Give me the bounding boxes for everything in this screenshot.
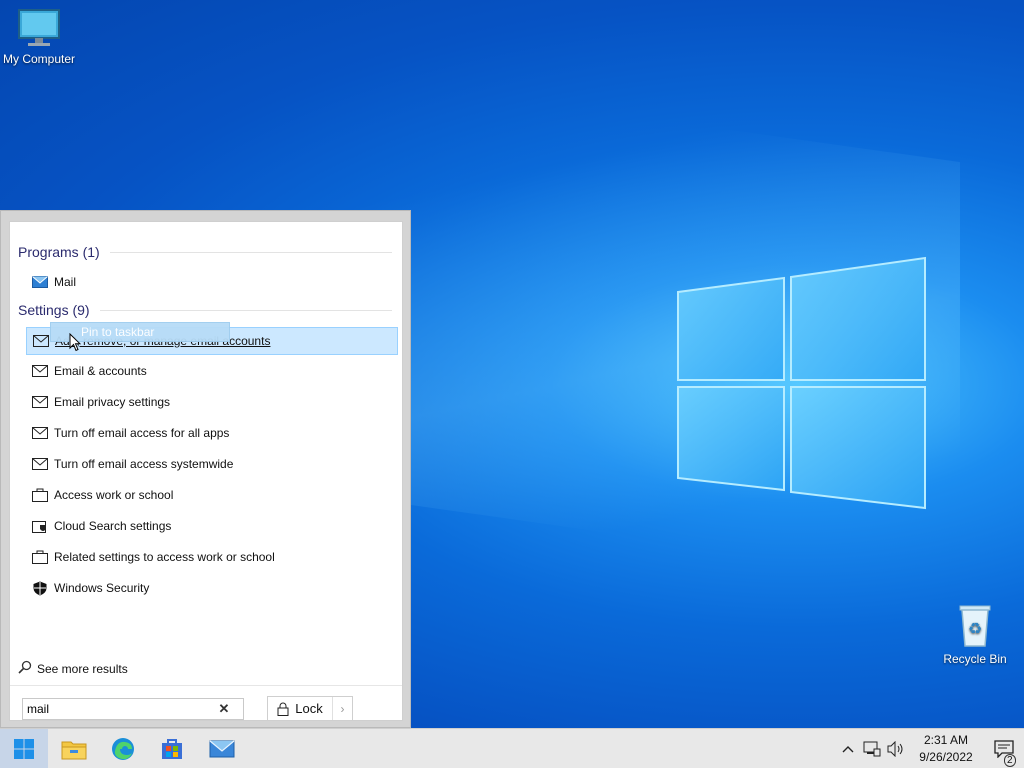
result-turn-off-email-systemwide[interactable]: Turn off email access systemwide — [26, 450, 398, 478]
result-access-work-or-school[interactable]: Access work or school — [26, 481, 398, 509]
result-label: Windows Security — [54, 581, 150, 595]
programs-group-header: Programs (1) — [18, 244, 392, 260]
result-turn-off-email-all-apps[interactable]: Turn off email access for all apps — [26, 419, 398, 447]
mouse-cursor-icon — [69, 333, 81, 352]
svg-text:♻: ♻ — [968, 619, 982, 638]
power-options-arrow[interactable]: › — [332, 697, 352, 720]
result-label: Turn off email access for all apps — [54, 426, 230, 440]
result-label: Email & accounts — [54, 364, 147, 378]
result-email-and-accounts[interactable]: Email & accounts — [26, 357, 398, 385]
lock-icon — [277, 702, 289, 716]
result-windows-security[interactable]: Windows Security — [26, 574, 398, 602]
see-more-label: See more results — [37, 661, 128, 676]
result-cloud-search-settings[interactable]: Cloud Search settings — [26, 512, 398, 540]
clear-search-icon[interactable]: ✕ — [213, 701, 235, 717]
result-label: Related settings to access work or schoo… — [54, 550, 275, 564]
mail-icon — [209, 740, 235, 758]
briefcase-icon — [30, 487, 50, 503]
lock-button-group: Lock › — [267, 696, 353, 721]
result-email-privacy-settings[interactable]: Email privacy settings — [26, 388, 398, 416]
desktop-icon-recycle-bin[interactable]: ♻ Recycle Bin — [933, 600, 1017, 666]
clock-time: 2:31 AM — [923, 733, 969, 747]
search-results-panel: Programs (1) Mail Settings (9) Add, remo… — [9, 221, 403, 721]
volume-icon[interactable] — [884, 741, 908, 757]
envelope-icon — [31, 333, 51, 349]
briefcase-icon — [30, 549, 50, 565]
recycle-bin-icon: ♻ — [959, 605, 991, 647]
lock-button[interactable]: Lock — [268, 697, 332, 720]
divider — [10, 685, 402, 686]
store-icon — [162, 739, 182, 759]
result-label: Access work or school — [54, 488, 174, 502]
search-box: ✕ — [22, 698, 244, 720]
show-hidden-icons-chevron-up-icon[interactable] — [836, 745, 860, 753]
cloud-search-icon — [30, 518, 50, 534]
taskbar-mail[interactable] — [198, 729, 246, 768]
envelope-icon — [30, 394, 50, 410]
clock[interactable]: 2:31 AM 9/26/2022 — [908, 732, 984, 766]
envelope-icon — [30, 363, 50, 379]
taskbar-store[interactable] — [148, 729, 196, 768]
windows-start-icon — [14, 739, 34, 759]
desktop-icon-label: My Computer — [2, 52, 76, 66]
mail-app-icon — [30, 274, 50, 290]
file-explorer-icon — [61, 741, 87, 760]
chevron-right-icon: › — [340, 701, 345, 716]
search-input[interactable] — [23, 702, 213, 716]
result-label: Cloud Search settings — [54, 519, 172, 533]
taskbar: 2:31 AM 9/26/2022 2 — [0, 728, 1024, 768]
magnifier-icon — [18, 660, 32, 677]
lock-label: Lock — [295, 701, 323, 716]
tooltip-text: Pin to taskbar — [81, 325, 155, 339]
result-related-work-school-settings[interactable]: Related settings to access work or schoo… — [26, 543, 398, 571]
settings-group-header: Settings (9) — [18, 302, 392, 318]
programs-header-label: Programs (1) — [18, 244, 100, 260]
notification-count-badge: 2 — [1004, 754, 1016, 767]
settings-header-label: Settings (9) — [18, 302, 90, 318]
envelope-icon — [30, 456, 50, 472]
envelope-icon — [30, 425, 50, 441]
edge-icon — [112, 738, 134, 760]
monitor-icon — [18, 9, 60, 46]
result-mail-app[interactable]: Mail — [26, 268, 398, 296]
result-label: Email privacy settings — [54, 395, 171, 409]
desktop-icon-label: Recycle Bin — [943, 652, 1007, 666]
start-menu: Programs (1) Mail Settings (9) Add, remo… — [0, 210, 411, 728]
taskbar-file-explorer[interactable] — [50, 729, 98, 768]
see-more-results-link[interactable]: See more results — [18, 660, 128, 677]
system-tray: 2:31 AM 9/26/2022 2 — [836, 729, 1024, 768]
shield-icon — [30, 580, 50, 596]
action-center-button[interactable]: 2 — [984, 740, 1024, 767]
result-label: Turn off email access systemwide — [54, 457, 234, 471]
clock-date: 9/26/2022 — [919, 750, 973, 764]
start-button[interactable] — [0, 729, 48, 768]
network-icon[interactable] — [860, 741, 884, 757]
windows-logo-wallpaper — [677, 256, 926, 510]
desktop-icon-my-computer[interactable]: My Computer — [0, 8, 81, 66]
taskbar-edge[interactable] — [99, 729, 147, 768]
result-label: Mail — [54, 275, 77, 289]
